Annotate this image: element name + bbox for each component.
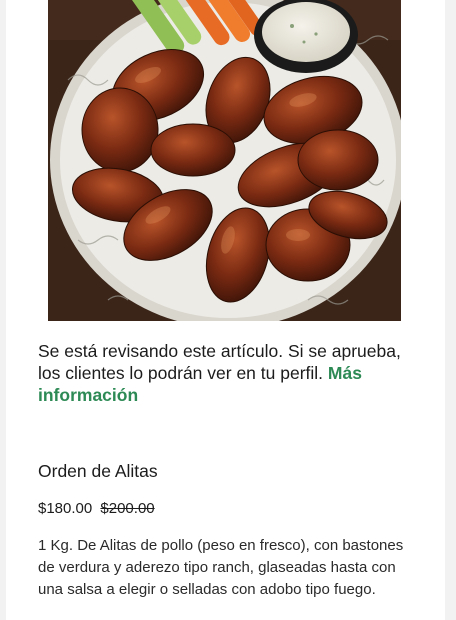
item-detail-panel: Se está revisando este artículo. Si se a… xyxy=(6,0,445,620)
wings-platter-image xyxy=(48,0,401,321)
review-notice: Se está revisando este artículo. Si se a… xyxy=(38,340,408,406)
original-price: $200.00 xyxy=(100,500,155,517)
price-row: $180.00 $200.00 xyxy=(38,500,155,517)
current-price: $180.00 xyxy=(38,500,93,517)
product-name: Orden de Alitas xyxy=(38,461,158,481)
item-photo xyxy=(48,0,401,321)
product-description: 1 Kg. De Alitas de pollo (peso en fresco… xyxy=(38,537,404,598)
